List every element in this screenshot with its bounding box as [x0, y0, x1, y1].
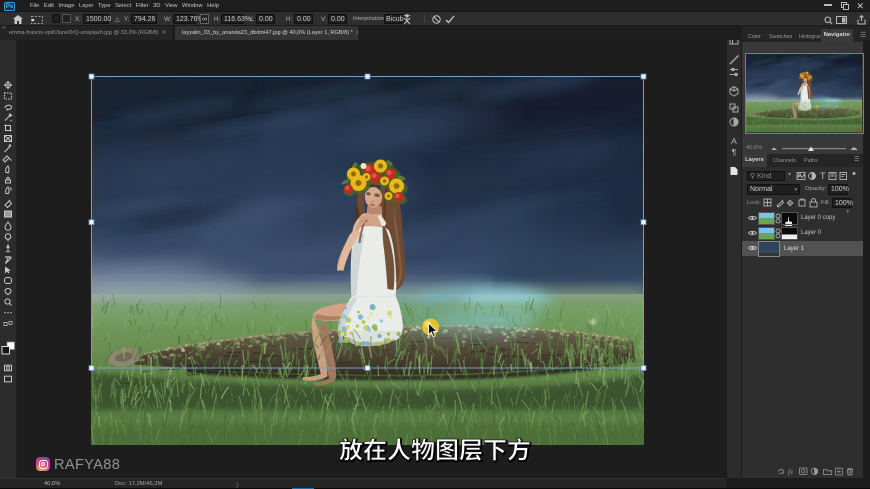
- svg-text:A: A: [731, 136, 737, 146]
- svg-text:T: T: [820, 171, 826, 181]
- svg-text:fx: fx: [788, 468, 794, 476]
- svg-text:¶: ¶: [732, 148, 736, 157]
